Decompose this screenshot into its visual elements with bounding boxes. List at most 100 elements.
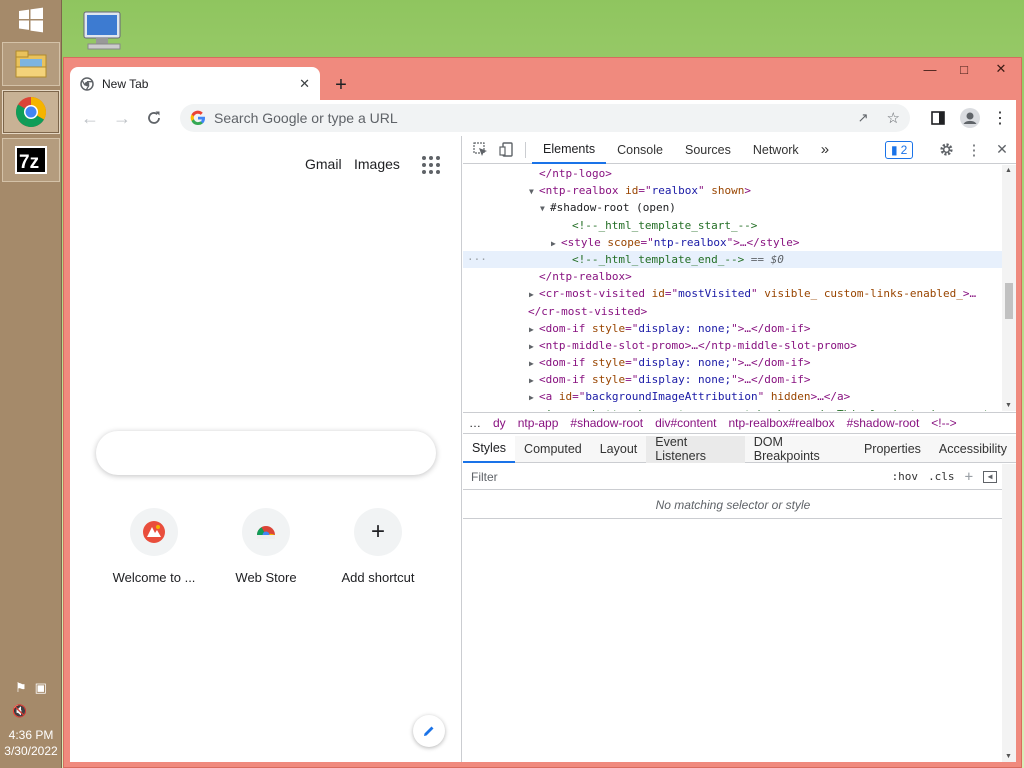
clock-date[interactable]: 3/30/2022 — [0, 744, 62, 758]
window-controls: — □ ✕ — [913, 58, 1021, 80]
styles-tab-dom-breakpoints[interactable]: DOM Breakpoints — [745, 435, 855, 463]
expand-triangle-icon: ▶ — [529, 324, 534, 334]
dom-node-line[interactable]: ▶ <dom-if style="display: none;">…</dom-i… — [463, 354, 1016, 371]
search-box[interactable] — [96, 431, 436, 475]
maximize-button[interactable]: □ — [947, 58, 981, 80]
dom-node-line[interactable]: </ntp-realbox> — [463, 268, 1016, 285]
taskbar-chrome[interactable] — [2, 90, 60, 134]
styles-tab-accessibility[interactable]: Accessibility — [930, 436, 1016, 463]
forward-button[interactable]: → — [106, 102, 138, 134]
new-tab-button[interactable]: + — [328, 72, 354, 98]
tab-network[interactable]: Network — [742, 136, 810, 164]
images-link[interactable]: Images — [354, 156, 400, 172]
avatar-icon — [960, 108, 980, 128]
dom-tree-scrollbar[interactable]: ▲ ▼ — [1002, 165, 1016, 411]
shortcut-add[interactable]: + Add shortcut — [330, 508, 426, 585]
styles-tab-layout[interactable]: Layout — [591, 436, 647, 463]
devtools-menu-icon[interactable]: ⋮ — [961, 137, 987, 163]
styles-filter[interactable]: Filter :hov .cls + ◀ — [463, 464, 1003, 490]
dom-node-line[interactable]: ▶ <a id="backgroundImageAttribution" hidd… — [463, 388, 1016, 405]
reload-button[interactable] — [138, 102, 170, 134]
volume-muted-icon[interactable]: 🔇 — [0, 704, 62, 718]
styles-tab-computed[interactable]: Computed — [515, 436, 591, 463]
toggle-sidebar-icon[interactable]: ◀ — [983, 470, 997, 483]
styles-tabbar: Styles Computed Layout Event Listeners DOM B… — [463, 435, 1016, 463]
breadcrumb-item[interactable]: ntp-app — [512, 416, 565, 430]
chrome-menu-button[interactable]: ⋮ — [984, 102, 1016, 134]
dom-node-line[interactable]: <!--_html_template_start_--> — [463, 217, 1016, 234]
styles-scrollbar[interactable]: ▼ — [1002, 464, 1016, 762]
welcome-favicon-icon — [143, 521, 165, 543]
filter-input[interactable]: Filter — [471, 470, 498, 484]
shortcut-welcome[interactable]: Welcome to ... — [106, 508, 202, 585]
breadcrumb-item[interactable]: div#content — [649, 416, 722, 430]
hov-toggle[interactable]: :hov — [892, 470, 919, 483]
dom-node-line[interactable]: ▶ <dom-if style="display: none;">…</dom-i… — [463, 371, 1016, 388]
shortcut-label: Web Store — [235, 570, 297, 585]
windows-logo-icon — [19, 7, 43, 33]
google-apps-icon[interactable] — [422, 156, 440, 174]
pencil-icon — [424, 726, 434, 736]
breadcrumb-item[interactable]: #shadow-root — [564, 416, 649, 430]
styles-tab-properties[interactable]: Properties — [855, 436, 930, 463]
device-toolbar-icon[interactable] — [493, 137, 519, 163]
taskbar-7zip[interactable]: 7z — [2, 138, 60, 182]
breadcrumb-item[interactable]: <!--> — [925, 416, 962, 430]
dom-node-line[interactable]: </ntp-logo> — [463, 165, 1016, 182]
tab-elements[interactable]: Elements — [532, 136, 607, 164]
7zip-icon: 7z — [15, 146, 47, 174]
flag-icon[interactable]: ⚑ — [15, 680, 27, 696]
dom-tree[interactable]: </ntp-logo> ▼ <ntp-realbox id="realbox" sh… — [463, 165, 1016, 411]
minimize-button[interactable]: — — [913, 58, 947, 80]
breadcrumb-item[interactable]: ntp-realbox#realbox — [723, 416, 841, 430]
cls-toggle[interactable]: .cls — [928, 470, 955, 483]
omnibox[interactable]: Search Google or type a URL ↗ ☆ — [180, 104, 910, 132]
back-button[interactable]: ← — [74, 102, 106, 134]
share-icon[interactable]: ↗ — [858, 110, 869, 126]
chrome-favicon-icon — [80, 77, 94, 91]
breadcrumb-item[interactable]: dy — [487, 416, 512, 430]
computer-icon — [83, 11, 121, 50]
dom-node-line[interactable]: ▶ <style scope="ntp-realbox">…</style> — [463, 234, 1016, 251]
side-panel-button[interactable] — [922, 102, 954, 134]
settings-gear-icon[interactable] — [933, 137, 959, 163]
dom-node-line[interactable]: ··· <!--_html_template_end_--> == $0 — [463, 250, 1016, 269]
taskbar-file-explorer[interactable] — [2, 42, 60, 86]
google-g-icon — [190, 110, 205, 126]
issues-badge[interactable]: ▮ 2 — [885, 141, 914, 159]
tab-console[interactable]: Console — [606, 136, 674, 164]
shortcut-web-store[interactable]: Web Store — [218, 508, 314, 585]
tab-new-tab[interactable]: New Tab ✕ — [70, 67, 320, 101]
dom-node-line[interactable]: ▶ <dom-if style="display: none;">…</dom-i… — [463, 320, 1016, 337]
tab-close-icon[interactable]: ✕ — [299, 76, 310, 92]
desktop-computer-icon[interactable] — [78, 8, 128, 54]
customize-button[interactable] — [413, 715, 445, 747]
gmail-link[interactable]: Gmail — [305, 156, 342, 172]
tab-sources[interactable]: Sources — [674, 136, 742, 164]
dom-node-line[interactable]: </cr-most-visited> — [463, 303, 1016, 320]
expand-triangle-icon: ▶ — [529, 341, 534, 351]
styles-tab-styles[interactable]: Styles — [463, 435, 516, 463]
more-tabs-button[interactable]: » — [810, 136, 840, 164]
breadcrumb-item[interactable]: #shadow-root — [841, 416, 926, 430]
shortcut-icon — [242, 508, 290, 556]
dom-node-line[interactable]: ▼ #shadow-root (open) — [463, 199, 1016, 216]
clock-time[interactable]: 4:36 PM — [0, 728, 62, 742]
close-devtools-icon[interactable]: ✕ — [989, 137, 1015, 163]
start-button[interactable] — [0, 0, 62, 40]
inspect-element-icon[interactable] — [467, 137, 493, 163]
chrome-window: — □ ✕ New Tab ✕ + ← → Search Google or t… — [63, 57, 1022, 768]
chrome-logo-icon — [15, 97, 47, 128]
shortcut-label: Add shortcut — [341, 570, 415, 585]
dom-node-line[interactable]: ▼ <ntp-realbox id="realbox" shown> — [463, 182, 1016, 199]
new-style-rule-icon[interactable]: + — [965, 469, 973, 485]
dom-node-line[interactable]: <!-- cr-button has a transparent backgro… — [463, 406, 1016, 411]
dom-node-line[interactable]: ▶ <cr-most-visited id="mostVisited" visib… — [463, 285, 1016, 302]
profile-button[interactable] — [954, 102, 986, 134]
breadcrumb-item[interactable]: … — [463, 416, 487, 430]
close-window-button[interactable]: ✕ — [981, 58, 1021, 80]
network-icon[interactable]: ▣ — [35, 680, 47, 696]
dom-node-line[interactable]: ▶ <ntp-middle-slot-promo>…</ntp-middle-sl… — [463, 337, 1016, 354]
styles-tab-event-listeners[interactable]: Event Listeners — [646, 435, 745, 463]
bookmark-star-icon[interactable]: ☆ — [887, 109, 900, 127]
